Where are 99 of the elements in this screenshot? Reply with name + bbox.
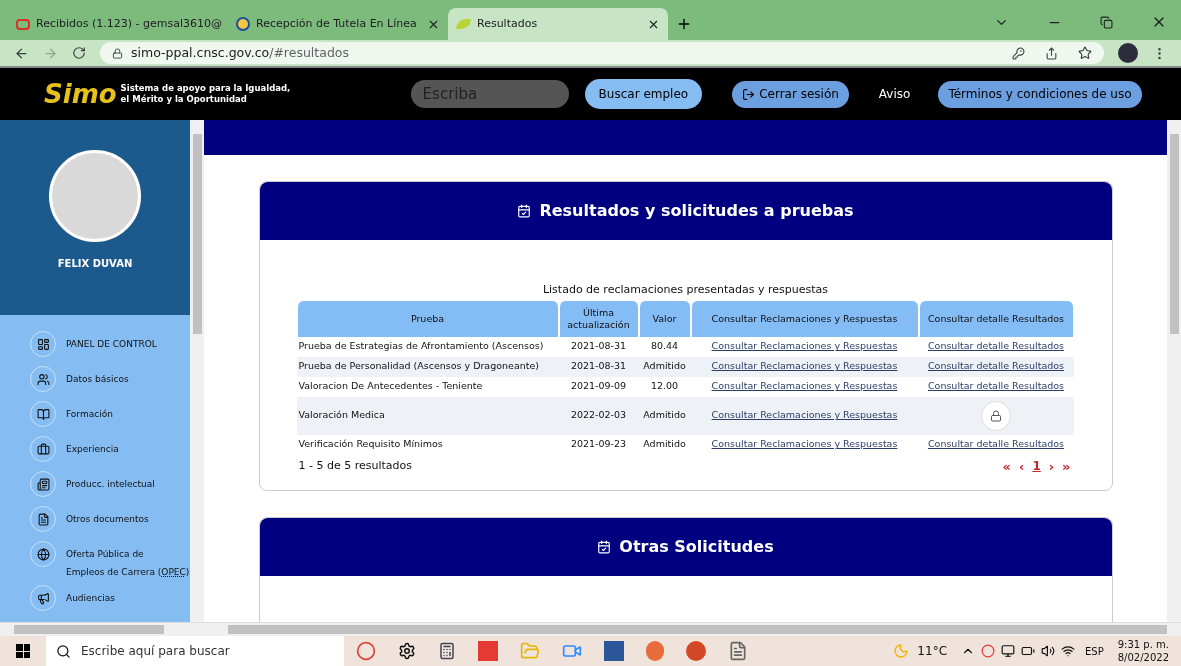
volume-icon[interactable] (1041, 644, 1055, 658)
table-cell: 2021-09-09 (570, 379, 627, 394)
seal-icon (236, 17, 250, 31)
calculator-icon[interactable] (438, 642, 456, 660)
terms-button[interactable]: Términos y condiciones de uso (938, 80, 1142, 108)
megaphone-icon (36, 591, 50, 605)
sidebar-item[interactable]: Formación (30, 401, 190, 436)
search-icon (56, 643, 71, 659)
table-cell: 80.44 (650, 339, 679, 354)
column-header: Consultar detalle Resultados (918, 300, 1074, 337)
sidebar-item[interactable]: Producc. intelectual (30, 471, 190, 506)
globe-icon (36, 547, 50, 561)
table-cell: Prueba de Estrategias de Afrontamiento (Ascensos) (298, 339, 544, 354)
card-title: Resultados y solicitudes a pruebas (539, 200, 854, 222)
results-summary: 1 - 5 de 5 resultados (297, 458, 412, 474)
table-cell: Prueba de Personalidad (Ascensos y Dragoneante) (298, 359, 539, 374)
back-icon[interactable] (14, 45, 29, 61)
lock-icon (112, 47, 123, 59)
scrollbar[interactable] (1167, 120, 1181, 622)
logo-tagline: Sistema de apoyo para la Igualdad, el Mérito y la Oportunidad (120, 83, 292, 105)
card-title: Otras Solicitudes (619, 536, 774, 558)
clock[interactable]: 9:31 p. m. 8/02/2022 (1117, 638, 1169, 664)
column-header: Prueba (296, 300, 559, 337)
taskbar-search-field[interactable]: Escribe aquí para buscar (46, 636, 344, 666)
language-indicator[interactable]: ESP (1085, 643, 1104, 659)
people-icon (36, 372, 50, 386)
panel-icon (36, 337, 50, 351)
gear-icon[interactable] (398, 642, 416, 660)
sidebar-item[interactable]: Experiencia (30, 436, 190, 471)
document-icon (36, 512, 50, 526)
share-icon[interactable] (1045, 46, 1058, 60)
claims-link[interactable]: Consultar Reclamaciones y Respuestas (711, 339, 898, 354)
network-icon[interactable] (1061, 644, 1075, 658)
table-cell: Valoracion De Antecedentes - Teniente (298, 379, 483, 394)
sidebar-item[interactable]: Oferta Pública de Empleos de Carrera (OPEC) (30, 541, 190, 585)
notice-link[interactable]: Aviso (878, 85, 911, 103)
table-cell: 2021-09-23 (570, 437, 627, 452)
logout-button[interactable]: Cerrar sesión (732, 80, 849, 108)
pagination-link[interactable]: « (1002, 456, 1011, 476)
table-cell: Admitido (643, 408, 686, 423)
table-cell: Admitido (643, 437, 686, 452)
column-header: Consultar Reclamaciones y Respuestas (690, 300, 919, 337)
monitor-icon[interactable] (1001, 644, 1015, 658)
table-cell: Verificación Requisito Mínimos (298, 437, 443, 452)
reload-icon[interactable] (72, 46, 86, 60)
mail-icon (16, 18, 30, 30)
logout-icon (742, 87, 756, 101)
temperature: 11°C (917, 643, 947, 660)
pagination-link[interactable]: 1 (1032, 456, 1041, 476)
table-cell: 12.00 (650, 379, 679, 394)
table-cell: 2022-02-03 (570, 408, 627, 423)
tab-title: Recibidos (1.123) - gemsal3610@ (36, 15, 223, 32)
claims-link[interactable]: Consultar Reclamaciones y Respuestas (711, 437, 898, 452)
briefcase-icon (36, 442, 50, 456)
profile-avatar[interactable] (1118, 43, 1138, 63)
column-header: Valor (638, 300, 691, 337)
detail-link[interactable]: Consultar detalle Resultados (927, 379, 1065, 394)
windows-logo-icon[interactable] (16, 644, 30, 658)
restore-icon[interactable] (1100, 15, 1113, 29)
bookmark-star-icon[interactable] (1078, 46, 1092, 60)
table-cell: 2021-08-31 (570, 339, 627, 354)
newspaper-icon (36, 477, 50, 491)
detail-link[interactable]: Consultar detalle Resultados (927, 339, 1065, 354)
tab-title: Resultados (477, 15, 539, 32)
pagination-link[interactable]: ‹ (1019, 456, 1025, 476)
pagination-link[interactable]: » (1062, 456, 1071, 476)
detail-link[interactable]: Consultar detalle Resultados (927, 437, 1065, 452)
new-tab-icon[interactable] (676, 16, 692, 32)
browser-tab[interactable]: Resultados (448, 8, 668, 40)
scrollbar[interactable] (190, 120, 204, 622)
battery-icon[interactable] (1021, 644, 1035, 658)
search-placeholder: Escribe aquí para buscar (81, 643, 230, 660)
book-icon (36, 407, 50, 421)
lock-button[interactable] (981, 400, 1011, 431)
table-cell: Admitido (643, 359, 686, 374)
sidebar-item[interactable]: PANEL DE CONTROL (30, 331, 190, 366)
pagination-link[interactable]: › (1048, 456, 1055, 476)
record-icon[interactable] (981, 644, 995, 658)
table-cell: Valoración Medica (298, 408, 385, 423)
browser-tab[interactable]: Recepción de Tutela En Línea (228, 8, 448, 40)
column-header: Última actualización (558, 300, 639, 337)
url-text: simo-ppal.cnsc.gov.co/#resultados (131, 43, 349, 62)
sidebar-item[interactable]: Otros documentos (30, 506, 190, 541)
table-cell: 2021-08-31 (570, 359, 627, 374)
tab-title: Recepción de Tutela En Línea (256, 15, 418, 32)
claims-link[interactable]: Consultar Reclamaciones y Respuestas (711, 379, 898, 394)
sidebar-item[interactable]: Datos básicos (30, 366, 190, 401)
calendar-check-icon (517, 204, 532, 218)
sidebar-item[interactable]: Audiencias (30, 585, 190, 611)
table-caption: Listado de reclamaciones presentadas y respuestas (541, 282, 830, 298)
search-button[interactable]: Buscar empleo (584, 79, 703, 109)
leaf-icon (456, 19, 471, 29)
lock-icon (990, 409, 1002, 422)
address-field[interactable]: simo-ppal.cnsc.gov.co/#resultados (100, 42, 1104, 64)
file-icon[interactable] (728, 641, 748, 661)
key-icon[interactable] (1012, 46, 1025, 60)
site-logo: Simo (44, 81, 117, 107)
user-name: FELIX DUVAN (57, 257, 133, 271)
calendar-check-icon (597, 540, 612, 554)
